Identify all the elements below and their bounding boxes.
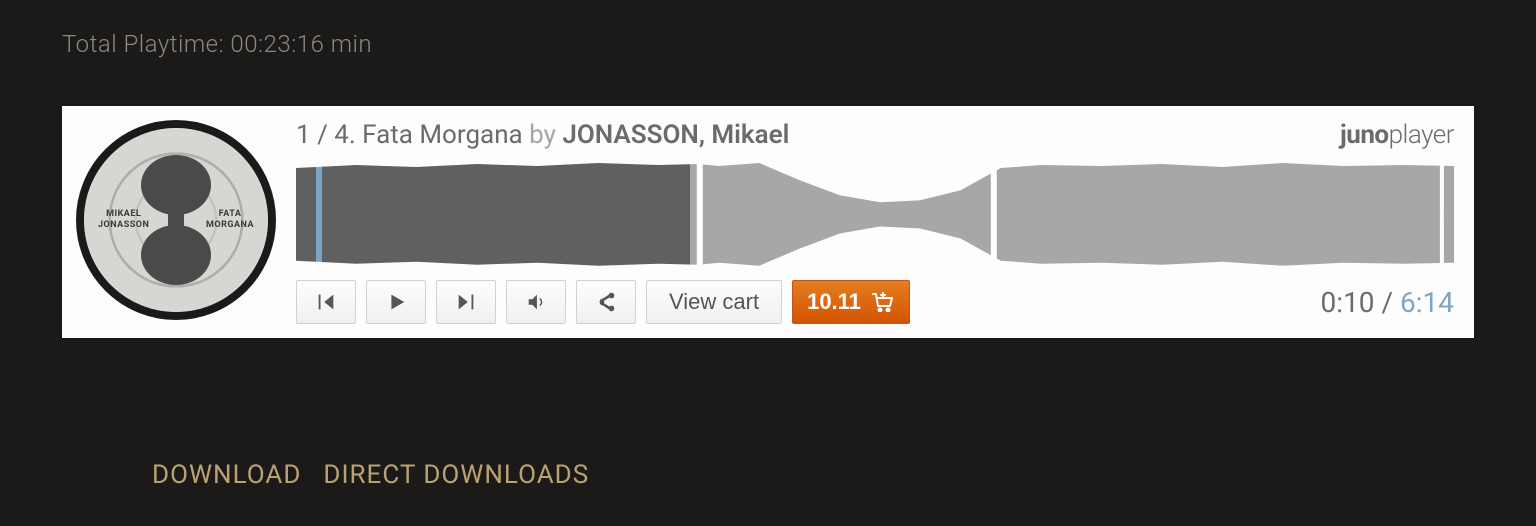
add-to-cart-button[interactable]: 10.11: [792, 280, 910, 324]
hourglass-graphic: [136, 155, 216, 285]
track-title: 1 / 4. Fata Morgana by JONASSON, Mikael: [296, 120, 789, 150]
audio-player-card: MIKAEL JONASSON FATA MORGANA 1 / 4. Fata…: [62, 106, 1474, 338]
view-cart-button[interactable]: View cart: [646, 280, 782, 324]
album-title-text: FATA MORGANA: [206, 209, 254, 231]
time-display: 0:10 / 6:14: [1321, 286, 1454, 319]
player-controls: View cart 10.11 0:10 / 6:14: [296, 280, 1454, 324]
volume-button[interactable]: [506, 280, 566, 324]
direct-downloads-link[interactable]: DIRECT DOWNLOADS: [323, 460, 589, 490]
track-by-label: by: [523, 120, 563, 150]
track-name: 4. Fata Morgana: [334, 120, 522, 150]
total-playtime-label: Total Playtime: 00:23:16 min: [62, 30, 1474, 58]
next-button[interactable]: [436, 280, 496, 324]
previous-button[interactable]: [296, 280, 356, 324]
time-current: 0:10: [1321, 286, 1375, 319]
track-index-separator: /: [311, 120, 335, 150]
play-button[interactable]: [366, 280, 426, 324]
time-separator: /: [1375, 286, 1400, 319]
album-art[interactable]: MIKAEL JONASSON FATA MORGANA: [76, 120, 276, 320]
volume-icon: [525, 291, 547, 313]
track-index-current: 1: [296, 120, 311, 150]
waveform-start-marker: [316, 160, 322, 268]
download-link[interactable]: DOWNLOAD: [152, 460, 301, 490]
price-label: 10.11: [807, 289, 861, 315]
skip-forward-icon: [455, 291, 477, 313]
play-icon: [385, 291, 407, 313]
skip-back-icon: [315, 291, 337, 313]
track-artist: JONASSON, Mikael: [562, 120, 789, 150]
waveform-seekbar[interactable]: [296, 160, 1454, 268]
junoplayer-brand[interactable]: junoplayer: [1340, 120, 1454, 150]
share-icon: [595, 291, 617, 313]
waveform-played-region: [296, 160, 690, 268]
share-button[interactable]: [576, 280, 636, 324]
bottom-links: DOWNLOAD DIRECT DOWNLOADS: [62, 460, 1474, 490]
cart-icon: [871, 292, 895, 312]
time-total: 6:14: [1400, 286, 1454, 319]
